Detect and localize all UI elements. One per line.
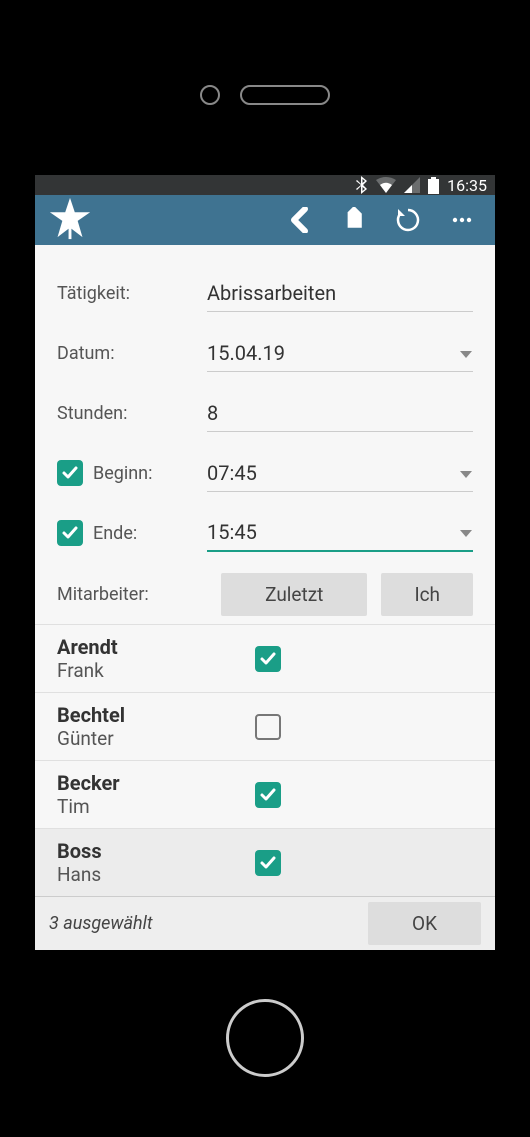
hours-label: Stunden: — [57, 403, 207, 424]
chevron-down-icon — [459, 341, 473, 365]
screen: 16:35 — [35, 175, 495, 950]
date-row: Datum: 15.04.19 — [57, 323, 473, 383]
app-logo-icon — [47, 195, 93, 245]
employee-lastname: Becker — [57, 771, 255, 795]
phone-frame: 16:35 — [0, 0, 530, 1137]
employee-lastname: Bechtel — [57, 703, 255, 727]
cell-signal-icon — [404, 177, 420, 193]
employee-firstname: Tim — [57, 795, 255, 818]
sensor-dot — [200, 85, 220, 105]
employee-lastname: Boss — [57, 839, 255, 863]
employee-lastname: Arendt — [57, 635, 255, 659]
form-area: Tätigkeit: Abrissarbeiten Datum: 15.04.1… — [35, 245, 495, 624]
activity-value: Abrissarbeiten — [207, 281, 336, 305]
status-time: 16:35 — [447, 176, 487, 195]
end-value: 15:45 — [207, 520, 257, 544]
me-button[interactable]: Ich — [381, 573, 473, 616]
employee-firstname: Günter — [57, 727, 255, 750]
hours-row: Stunden: 8 — [57, 383, 473, 443]
ok-button[interactable]: OK — [368, 902, 481, 945]
footer-bar: 3 ausgewählt OK — [35, 896, 495, 950]
date-label: Datum: — [57, 343, 207, 364]
employee-checkbox[interactable] — [255, 646, 281, 672]
end-time-field[interactable]: 15:45 — [207, 514, 473, 552]
bluetooth-icon — [356, 176, 368, 194]
employee-row[interactable]: Bechtel Günter — [35, 692, 495, 760]
phone-speaker — [0, 85, 530, 105]
activity-label: Tätigkeit: — [57, 283, 207, 304]
employee-buttons-row: Mitarbeiter: Zuletzt Ich — [57, 563, 473, 616]
chevron-down-icon — [459, 461, 473, 485]
end-checkbox[interactable] — [57, 520, 83, 546]
app-bar — [35, 195, 495, 245]
tag-button[interactable] — [329, 195, 379, 245]
wifi-icon — [376, 177, 396, 193]
employee-row[interactable]: Arendt Frank — [35, 624, 495, 692]
hours-value: 8 — [207, 401, 218, 425]
employee-row[interactable]: Becker Tim — [35, 760, 495, 828]
date-value: 15.04.19 — [207, 341, 285, 365]
begin-time-field[interactable]: 07:45 — [207, 455, 473, 492]
employee-checkbox[interactable] — [255, 782, 281, 808]
status-bar: 16:35 — [35, 175, 495, 195]
employee-checkbox[interactable] — [255, 714, 281, 740]
back-button[interactable] — [275, 195, 325, 245]
begin-value: 07:45 — [207, 461, 257, 485]
chevron-down-icon — [459, 520, 473, 544]
employee-firstname: Hans — [57, 863, 255, 886]
begin-label: Beginn: — [93, 463, 152, 484]
activity-row: Tätigkeit: Abrissarbeiten — [57, 263, 473, 323]
battery-icon — [428, 177, 439, 194]
date-field[interactable]: 15.04.19 — [207, 335, 473, 372]
hours-field[interactable]: 8 — [207, 395, 473, 432]
employees-label: Mitarbeiter: — [57, 584, 207, 605]
speaker-slit — [240, 85, 330, 105]
employee-list: Arendt Frank Bechtel Günter — [35, 624, 495, 896]
selection-count: 3 ausgewählt — [49, 913, 356, 934]
overflow-menu-button[interactable] — [437, 195, 487, 245]
content: Tätigkeit: Abrissarbeiten Datum: 15.04.1… — [35, 245, 495, 950]
refresh-button[interactable] — [383, 195, 433, 245]
home-button[interactable] — [226, 999, 304, 1077]
employee-firstname: Frank — [57, 659, 255, 682]
end-label: Ende: — [93, 523, 137, 544]
end-row: Ende: 15:45 — [57, 503, 473, 563]
begin-row: Beginn: 07:45 — [57, 443, 473, 503]
recent-button[interactable]: Zuletzt — [221, 573, 367, 616]
employee-checkbox[interactable] — [255, 850, 281, 876]
employee-row[interactable]: Boss Hans — [35, 828, 495, 896]
begin-checkbox[interactable] — [57, 460, 83, 486]
activity-field[interactable]: Abrissarbeiten — [207, 275, 473, 312]
